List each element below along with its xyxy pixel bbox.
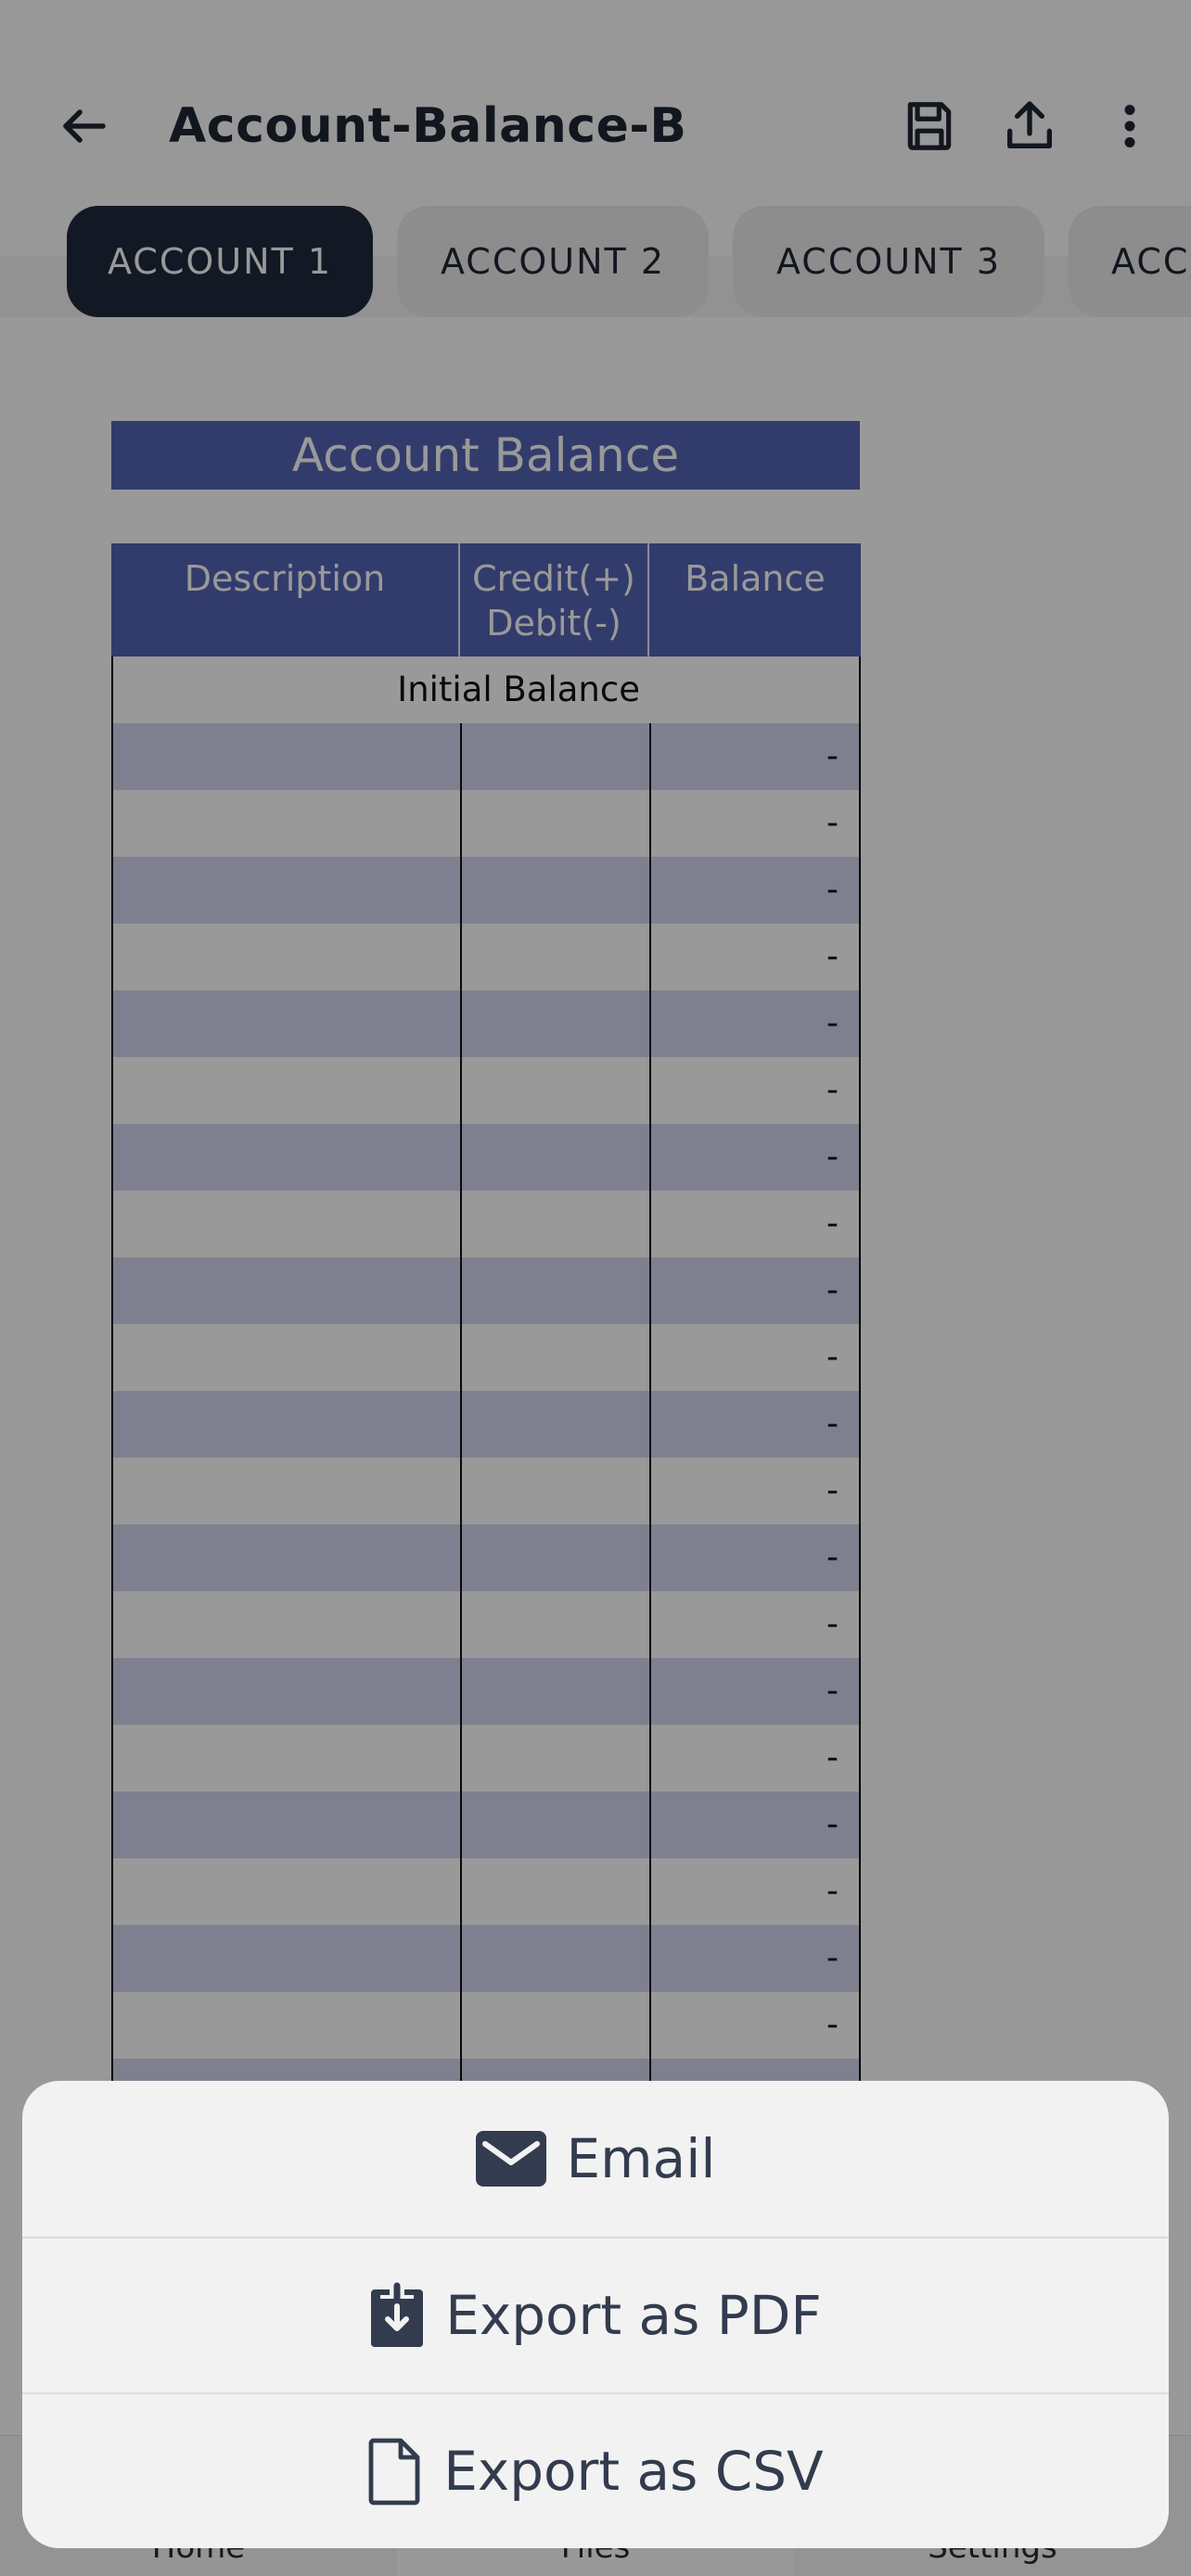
export-pdf-action[interactable]: Export as PDF [22, 2237, 1169, 2392]
export-pdf-label: Export as PDF [445, 2284, 822, 2347]
envelope-icon [475, 2131, 546, 2187]
export-csv-label: Export as CSV [443, 2440, 824, 2503]
email-action[interactable]: Email [22, 2081, 1169, 2237]
document-icon [367, 2437, 423, 2506]
share-action-sheet: Email Export as PDF Export as CSV [22, 2081, 1169, 2548]
email-action-label: Email [566, 2127, 716, 2190]
download-file-icon [369, 2282, 425, 2349]
export-csv-action[interactable]: Export as CSV [22, 2392, 1169, 2548]
